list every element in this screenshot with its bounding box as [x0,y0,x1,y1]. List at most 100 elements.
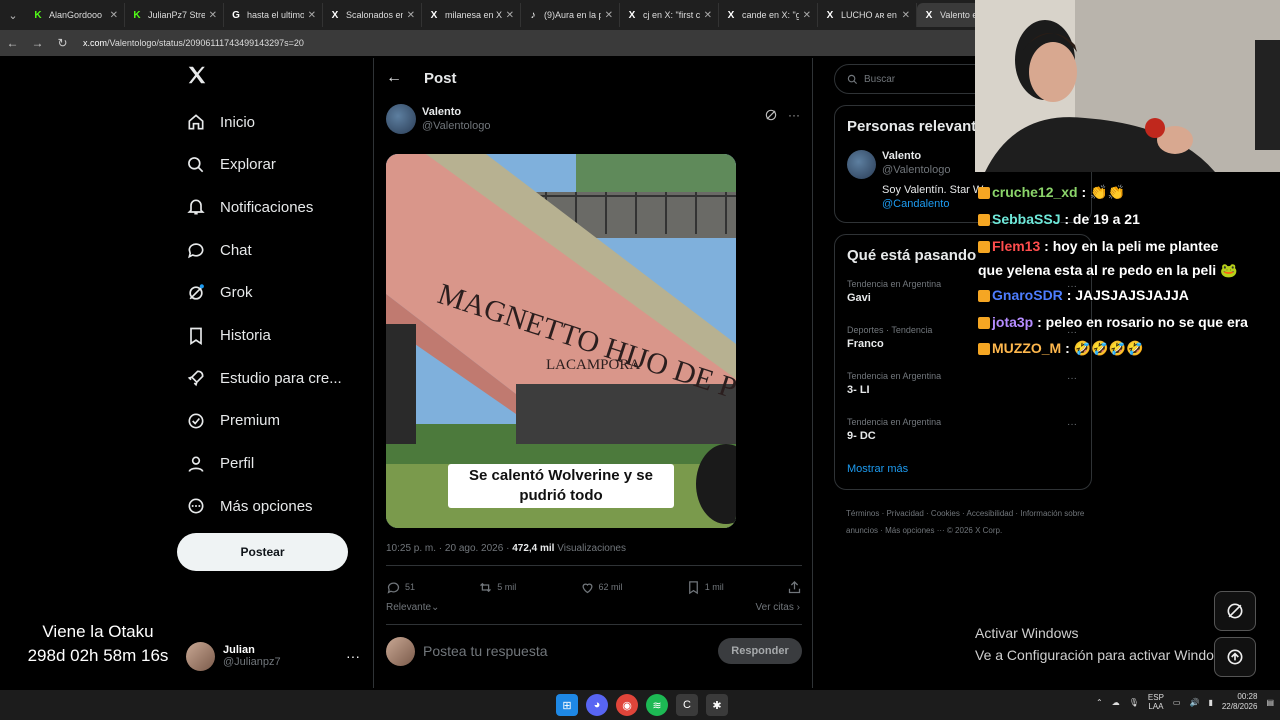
chrome-icon[interactable]: ◉ [616,694,638,716]
more-dots-icon[interactable]: ··· [1067,373,1077,384]
share-button[interactable] [787,580,802,595]
verified-icon [186,411,206,431]
close-icon[interactable]: ✕ [110,10,118,21]
sidebar-item-label: Grok [220,284,253,302]
avatar[interactable] [386,104,416,134]
chat-badge-icon [978,290,990,303]
reply-input[interactable]: Postea tu respuesta [423,643,718,659]
battery-icon[interactable]: ▮ [1208,698,1212,707]
avatar[interactable] [847,150,876,179]
keyboard-lang[interactable]: ESP LAA [1148,693,1164,711]
sidebar-item-premium[interactable]: Premium [176,401,280,441]
trend-name: 3- LI [847,384,870,396]
cloud-icon[interactable]: ☁ [1112,698,1120,707]
microphone-icon[interactable]: 🎙 [1129,698,1139,707]
browser-tab[interactable]: X LUCHO ᴀʀ en ✕ [818,3,917,27]
back-arrow-icon[interactable]: ← [0,36,25,50]
chevron-up-icon[interactable]: ⌃ [1096,698,1103,707]
close-icon[interactable]: ✕ [803,10,811,21]
close-icon[interactable]: ✕ [308,10,316,21]
close-icon[interactable]: ✕ [704,10,712,21]
chat-message: cruche12_xd : 👏👏 [978,184,1125,201]
notification-icon[interactable]: ▤ [1266,698,1274,707]
chat-message: jota3p : peleo en rosario no se que era [978,314,1248,330]
author-name[interactable]: Valento [422,106,490,118]
like-button[interactable]: 62 mil [580,580,623,595]
tab-menu-chevron-icon[interactable]: ⌄ [0,9,26,22]
discord-icon[interactable]: ◕ [586,694,608,716]
footer-links[interactable]: Términos · Privacidad · Cookies · Accesi… [846,505,1086,539]
author-handle[interactable]: @Valentologo [422,120,490,132]
forward-arrow-icon[interactable]: → [25,36,50,50]
windows-start-icon[interactable]: ⊞ [556,694,578,716]
relevant-user-name[interactable]: Valento [882,150,950,162]
reload-icon[interactable]: ↻ [50,36,75,50]
more-dots-icon[interactable]: ··· [788,108,800,122]
close-icon[interactable]: ✕ [605,10,613,21]
back-arrow-icon[interactable]: ← [386,69,402,87]
browser-tab[interactable]: ♪ (9)Aura en la p ✕ [521,3,620,27]
post-button[interactable]: Postear [177,533,348,571]
lang-layout: LAA [1148,702,1164,711]
sort-label: Relevante [386,602,432,613]
sidebar-item-perfil[interactable]: Perfil [176,444,254,484]
bell-icon [186,197,206,217]
browser-tab[interactable]: X Scalonados en ✕ [323,3,422,27]
browser-tab[interactable]: K AlanGordooo ✕ [26,3,125,27]
sidebar-item-estudio-para-cre[interactable]: Estudio para cre... [176,358,342,398]
post-image[interactable]: MAGNETTO HIJO DE PUTA LACAMPORA Se calen… [386,154,736,528]
tab-title: cj en X: "first c [643,10,700,20]
sidebar-item-notificaciones[interactable]: Notificaciones [176,187,313,227]
volume-icon[interactable]: 🔊 [1189,698,1199,707]
reply-button[interactable]: 51 [386,580,415,595]
bookmark-icon [186,326,206,346]
graffiti-subtext: LACAMPORA [546,357,640,373]
url-field[interactable]: x.com/Valentologo/status/209061117434991… [83,38,304,48]
network-icon[interactable]: ▭ [1173,698,1181,707]
trend-item[interactable]: Tendencia en Argentina 3- LI ··· [847,371,1077,396]
browser-tab[interactable]: Xcj en X: "first c ✕ [620,3,719,27]
bookmark-count: 1 mil [704,582,724,592]
browser-tab[interactable]: Xcande en X: "g ✕ [719,3,818,27]
post-timestamp[interactable]: 10:25 p. m. · 20 ago. 2026 · [386,543,512,554]
browser-tab[interactable]: Ghasta el ultimo ✕ [224,3,323,27]
sidebar-item-explorar[interactable]: Explorar [176,145,276,185]
tab-favicon-icon: X [430,9,438,21]
sidebar-item-historia[interactable]: Historia [176,316,271,356]
sidebar-item-grok[interactable]: Grok [176,273,253,313]
app-icon[interactable]: ✱ [706,694,728,716]
close-icon[interactable]: ✕ [506,10,514,21]
account-switcher[interactable]: Julian @Julianpz7 ··· [186,640,366,672]
repost-button[interactable]: 5 mil [478,580,516,595]
close-icon[interactable]: ✕ [407,10,415,21]
relevant-user[interactable]: Valento @Valentologo [847,150,950,179]
trend-item[interactable]: Tendencia en Argentina 9- DC ··· [847,417,1077,442]
close-icon[interactable]: ✕ [902,10,910,21]
webcam-overlay [975,0,1280,172]
bookmark-button[interactable]: 1 mil [686,580,724,595]
browser-tab[interactable]: Xmilanesa en X: ✕ [422,3,521,27]
chat-message: que yelena esta al re pedo en la peli 🐸 [978,262,1237,279]
ccleaner-icon[interactable]: C [676,694,698,716]
sort-dropdown[interactable]: Relevante⌄ [386,602,439,613]
scroll-up-icon[interactable] [1214,637,1256,677]
quotes-link[interactable]: Ver citas › [756,602,800,613]
sidebar-item-inicio[interactable]: Inicio [176,102,255,142]
post-author[interactable]: Valento @Valentologo [386,104,490,134]
sidebar-item-chat[interactable]: Chat [176,230,252,270]
tab-title: milanesa en X: [445,10,502,20]
tab-title: hasta el ultimo [247,10,304,20]
more-dots-icon[interactable]: ··· [1067,419,1077,430]
x-logo-icon[interactable] [186,64,208,86]
more-dots-icon[interactable]: ··· [346,648,360,664]
grok-icon[interactable] [764,108,778,122]
sidebar-item-más-opciones[interactable]: Más opciones [176,486,313,526]
close-icon[interactable]: ✕ [209,10,217,21]
reply-submit-button[interactable]: Responder [718,638,802,664]
browser-tab[interactable]: K JulianPz7 Stre ✕ [125,3,224,27]
grok-icon[interactable] [1214,591,1256,631]
spotify-icon[interactable]: ≋ [646,694,668,716]
relevant-user-handle[interactable]: @Valentologo [882,164,950,176]
show-more-link[interactable]: Mostrar más [847,463,908,475]
clock[interactable]: 00:28 22/8/2026 [1222,692,1258,712]
